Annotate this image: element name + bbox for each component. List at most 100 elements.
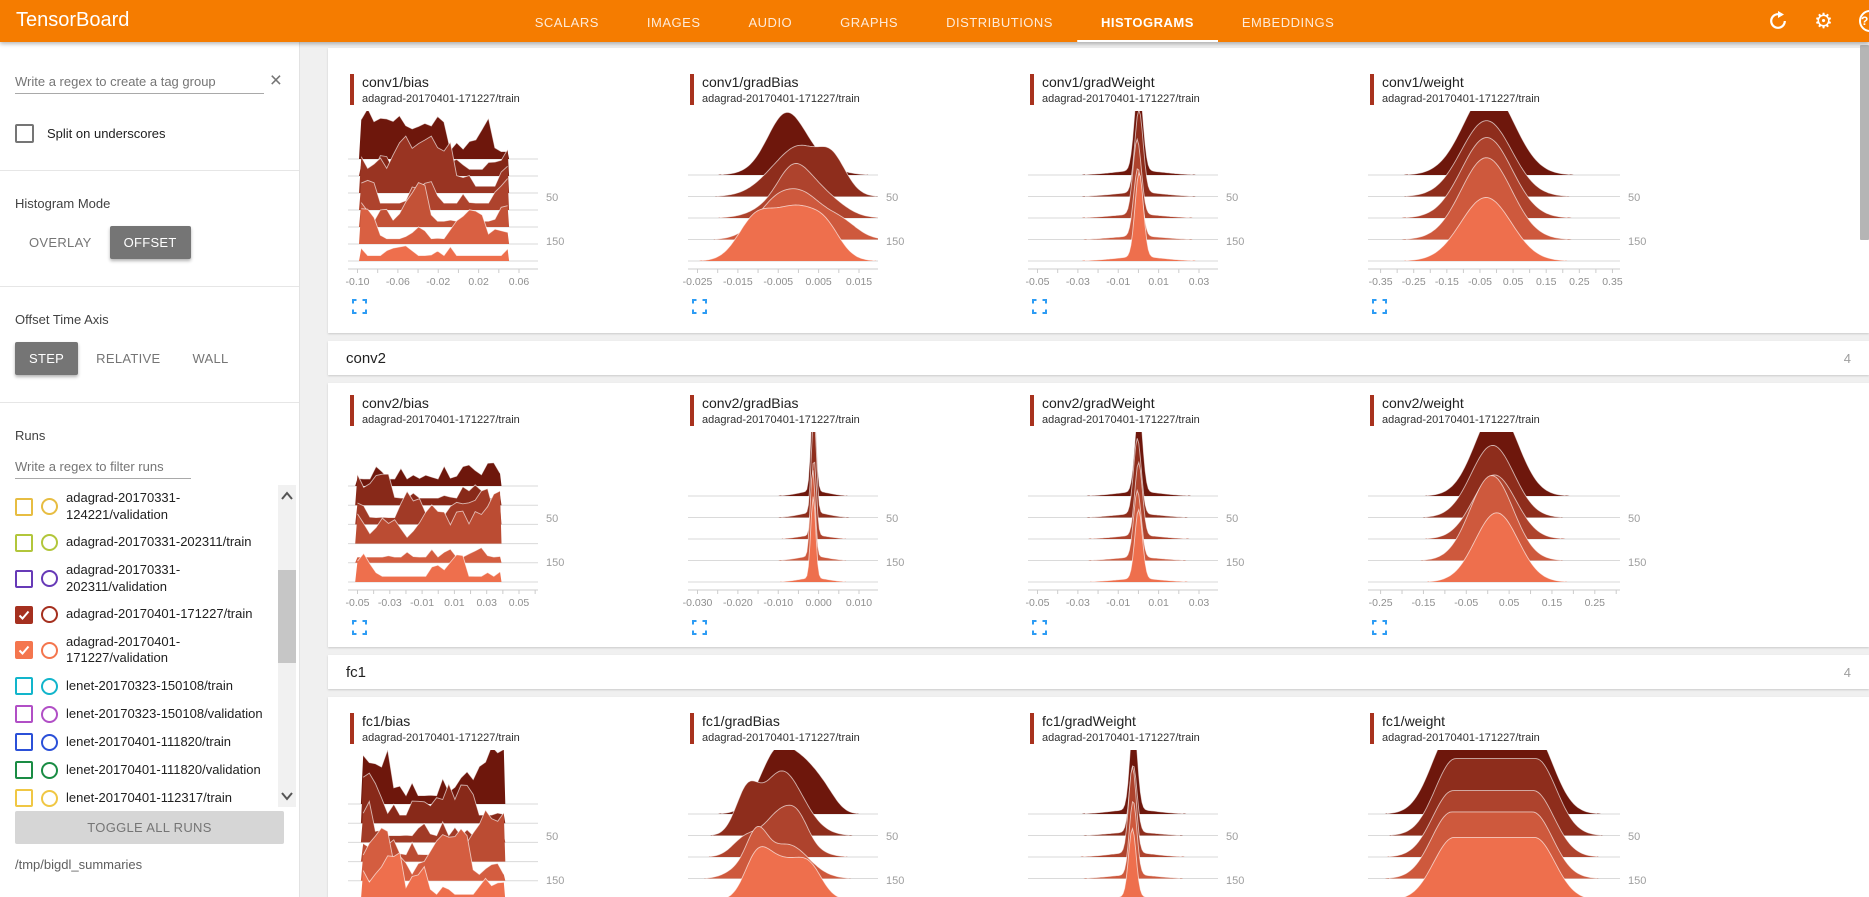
card-run-name: adagrad-20170401-171227/train bbox=[1042, 93, 1362, 105]
run-item[interactable]: lenet-20170323-150108/validation bbox=[15, 700, 273, 728]
card-run-name: adagrad-20170401-171227/train bbox=[362, 732, 682, 744]
run-checkbox[interactable] bbox=[15, 534, 33, 552]
refresh-icon[interactable] bbox=[1768, 11, 1788, 31]
expand-chart-icon[interactable] bbox=[692, 299, 707, 314]
run-checkbox[interactable] bbox=[15, 606, 33, 624]
svg-text:50: 50 bbox=[1628, 831, 1640, 843]
time-axis-wall-button[interactable]: WALL bbox=[178, 342, 242, 375]
histogram-card: conv1/weightadagrad-20170401-171227/trai… bbox=[1362, 74, 1869, 333]
histogram-card: fc1/weightadagrad-20170401-171227/train5… bbox=[1362, 713, 1869, 897]
checkbox-box[interactable] bbox=[15, 124, 34, 143]
run-checkbox[interactable] bbox=[15, 498, 33, 516]
run-item[interactable]: lenet-20170401-111820/train bbox=[15, 728, 273, 756]
histogram-chart[interactable]: 50150 bbox=[1362, 750, 1654, 897]
svg-text:150: 150 bbox=[1226, 557, 1244, 569]
run-checkbox[interactable] bbox=[15, 705, 33, 723]
svg-text:-0.05: -0.05 bbox=[1026, 597, 1050, 609]
page-scrollbar-thumb[interactable] bbox=[1860, 45, 1869, 240]
histogram-chart[interactable]: 50150-0.05-0.03-0.010.010.03 bbox=[1022, 111, 1252, 289]
help-icon[interactable]: ? bbox=[1859, 10, 1869, 32]
run-item[interactable]: lenet-20170323-150108/train bbox=[15, 672, 273, 700]
tag-filter-input[interactable] bbox=[15, 70, 264, 94]
run-item[interactable]: adagrad-20170401-171227/train bbox=[15, 601, 273, 629]
expand-chart-icon[interactable] bbox=[352, 299, 367, 314]
run-radio[interactable] bbox=[41, 534, 58, 551]
run-radio[interactable] bbox=[41, 606, 58, 623]
run-radio[interactable] bbox=[41, 734, 58, 751]
run-item[interactable]: adagrad-20170401-171227/validation bbox=[15, 629, 273, 673]
clear-tag-filter-icon[interactable]: × bbox=[268, 70, 284, 94]
expand-chart-icon[interactable] bbox=[352, 620, 367, 635]
histogram-chart[interactable]: 50150-0.05-0.03-0.010.010.030.05 bbox=[342, 432, 572, 610]
scrollbar-thumb[interactable] bbox=[278, 570, 296, 663]
time-axis-step-button[interactable]: STEP bbox=[15, 342, 78, 375]
scroll-down-icon[interactable] bbox=[280, 791, 294, 801]
svg-text:0.01: 0.01 bbox=[1148, 597, 1169, 609]
scroll-up-icon[interactable] bbox=[280, 491, 294, 501]
histogram-card: conv2/weightadagrad-20170401-171227/trai… bbox=[1362, 395, 1869, 647]
histogram-chart[interactable]: 50150-0.35-0.25-0.15-0.050.050.150.250.3… bbox=[1362, 111, 1654, 289]
tab-histograms[interactable]: HISTOGRAMS bbox=[1077, 0, 1218, 42]
run-item[interactable]: adagrad-20170331-124221/validation bbox=[15, 485, 273, 529]
tab-graphs[interactable]: GRAPHS bbox=[816, 0, 922, 42]
run-checkbox[interactable] bbox=[15, 641, 33, 659]
svg-text:0.015: 0.015 bbox=[846, 276, 872, 288]
card-header: conv1/gradBiasadagrad-20170401-171227/tr… bbox=[690, 74, 1022, 105]
expand-chart-icon[interactable] bbox=[692, 620, 707, 635]
tab-embeddings[interactable]: EMBEDDINGS bbox=[1218, 0, 1358, 42]
histogram-mode-offset-button[interactable]: OFFSET bbox=[110, 226, 191, 259]
run-item[interactable]: adagrad-20170331-202311/train bbox=[15, 529, 273, 557]
run-checkbox[interactable] bbox=[15, 677, 33, 695]
card-run-name: adagrad-20170401-171227/train bbox=[362, 414, 682, 426]
histogram-chart[interactable]: 50150 bbox=[1022, 750, 1252, 897]
tab-distributions[interactable]: DISTRIBUTIONS bbox=[922, 0, 1077, 42]
histogram-chart[interactable]: 50150-0.030-0.020-0.0100.0000.010 bbox=[682, 432, 912, 610]
run-item[interactable]: adagrad-20170331-202311/validation bbox=[15, 557, 273, 601]
card-run-name: adagrad-20170401-171227/train bbox=[1042, 414, 1362, 426]
run-radio[interactable] bbox=[41, 790, 58, 807]
card-tag-name: conv1/gradWeight bbox=[1042, 74, 1362, 90]
expand-chart-icon[interactable] bbox=[1372, 299, 1387, 314]
settings-icon[interactable]: ⚙ bbox=[1814, 11, 1833, 32]
split-on-underscores-checkbox[interactable]: Split on underscores bbox=[15, 124, 284, 143]
histogram-mode-overlay-button[interactable]: OVERLAY bbox=[15, 226, 106, 259]
run-radio[interactable] bbox=[41, 570, 58, 587]
section-header-fc1[interactable]: fc14 bbox=[328, 655, 1869, 689]
svg-text:150: 150 bbox=[1628, 557, 1646, 569]
runs-filter-input[interactable] bbox=[15, 455, 191, 479]
tab-audio[interactable]: AUDIO bbox=[725, 0, 817, 42]
card-tag-name: fc1/bias bbox=[362, 713, 682, 729]
run-radio[interactable] bbox=[41, 498, 58, 515]
expand-chart-icon[interactable] bbox=[1032, 299, 1047, 314]
run-name: lenet-20170401-111820/validation bbox=[66, 762, 261, 779]
svg-text:0.25: 0.25 bbox=[1585, 597, 1606, 609]
run-checkbox[interactable] bbox=[15, 570, 33, 588]
expand-chart-icon[interactable] bbox=[1032, 620, 1047, 635]
run-radio[interactable] bbox=[41, 706, 58, 723]
histogram-chart[interactable]: 50150-0.25-0.15-0.050.050.150.25 bbox=[1362, 432, 1654, 610]
toggle-all-runs-button[interactable]: TOGGLE ALL RUNS bbox=[15, 811, 284, 844]
run-radio[interactable] bbox=[41, 678, 58, 695]
histogram-chart[interactable]: 50150 bbox=[342, 750, 572, 897]
run-item[interactable]: lenet-20170401-112317/train bbox=[15, 784, 273, 807]
time-axis-relative-button[interactable]: RELATIVE bbox=[82, 342, 174, 375]
card-header: fc1/gradWeightadagrad-20170401-171227/tr… bbox=[1030, 713, 1362, 744]
histogram-chart[interactable]: 50150-0.10-0.06-0.020.020.06 bbox=[342, 111, 572, 289]
section-header-conv2[interactable]: conv24 bbox=[328, 341, 1869, 375]
run-radio[interactable] bbox=[41, 642, 58, 659]
run-radio[interactable] bbox=[41, 762, 58, 779]
run-checkbox[interactable] bbox=[15, 733, 33, 751]
histogram-chart[interactable]: 50150 bbox=[682, 750, 912, 897]
svg-text:50: 50 bbox=[886, 831, 898, 843]
tab-images[interactable]: IMAGES bbox=[623, 0, 725, 42]
tab-scalars[interactable]: SCALARS bbox=[511, 0, 623, 42]
histogram-chart[interactable]: 50150-0.05-0.03-0.010.010.03 bbox=[1022, 432, 1252, 610]
expand-chart-icon[interactable] bbox=[1372, 620, 1387, 635]
histogram-card: conv2/gradBiasadagrad-20170401-171227/tr… bbox=[682, 395, 1022, 647]
run-checkbox[interactable] bbox=[15, 761, 33, 779]
section-body-conv2: conv2/biasadagrad-20170401-171227/train5… bbox=[328, 383, 1869, 647]
run-checkbox[interactable] bbox=[15, 789, 33, 807]
runs-scrollbar[interactable] bbox=[278, 485, 296, 807]
histogram-chart[interactable]: 50150-0.025-0.015-0.0050.0050.015 bbox=[682, 111, 912, 289]
run-item[interactable]: lenet-20170401-111820/validation bbox=[15, 756, 273, 784]
